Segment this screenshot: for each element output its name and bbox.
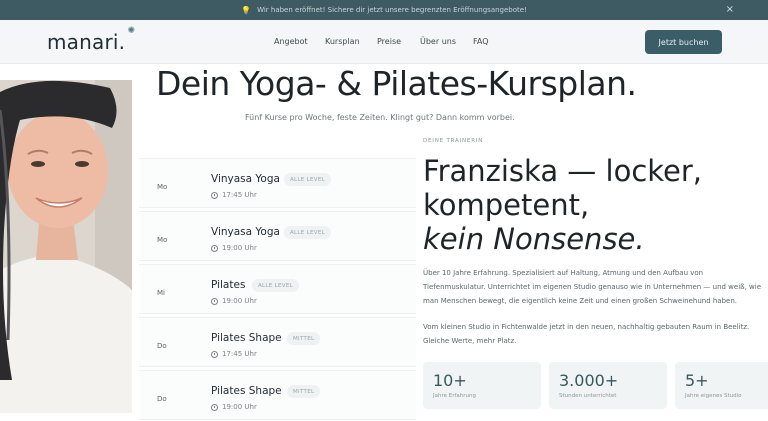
clock-icon: [211, 350, 218, 358]
class-title: Vinyasa Yoga: [211, 226, 280, 238]
time-text: 19:00 Uhr: [222, 244, 257, 252]
stat-value: 10+: [433, 371, 467, 390]
nav-item-kursplan[interactable]: Kursplan: [325, 37, 360, 46]
schedule-row[interactable]: Mi Pilates ALLE LEVEL 19:00 Uhr: [139, 264, 416, 314]
class-time: 19:00 Uhr: [211, 297, 257, 305]
time-text: 17:45 Uhr: [222, 350, 257, 358]
lightbulb-icon: 💡: [241, 5, 252, 15]
announcement-bar: 💡 Wir haben eröffnet! Sichere dir jetzt …: [0, 0, 768, 20]
trainer-photo: [0, 80, 132, 413]
stat-card-experience: 10+ Jahre Erfahrung: [423, 362, 541, 409]
trainer-heading-line-2: kompetent,: [423, 188, 590, 222]
stat-value: 3.000+: [559, 371, 619, 390]
class-time: 17:45 Uhr: [211, 191, 257, 199]
clock-icon: [211, 297, 218, 305]
level-badge: MITTEL: [287, 332, 321, 345]
stat-value: 5+: [685, 371, 709, 390]
level-badge: ALLE LEVEL: [252, 279, 299, 292]
schedule-day: Mo: [157, 236, 168, 244]
announcement-text: Wir haben eröffnet! Sichere dir jetzt un…: [257, 6, 527, 14]
time-text: 19:00 Uhr: [222, 297, 257, 305]
nav-item-angebot[interactable]: Angebot: [274, 37, 308, 46]
trainer-heading-line-3: kein Nonsense.: [423, 222, 645, 256]
schedule-day: Mo: [157, 183, 168, 191]
level-badge: ALLE LEVEL: [284, 173, 331, 186]
trainer-location-line: Gleiche Werte, mehr Platz.: [423, 337, 517, 345]
time-text: 17:45 Uhr: [222, 191, 257, 199]
time-text: 19:00 Uhr: [222, 403, 257, 411]
stat-card-hours: 3.000+ Stunden unterrichtet: [549, 362, 667, 409]
schedule-row[interactable]: Mo Vinyasa Yoga ALLE LEVEL 19:00 Uhr: [139, 211, 416, 261]
trainer-heading: Franziska — locker, kompetent, kein Nons…: [423, 154, 702, 256]
level-badge: ALLE LEVEL: [284, 226, 331, 239]
schedule-row[interactable]: Do Pilates Shape MITTEL 19:00 Uhr: [139, 370, 416, 420]
nav-item-ueber-uns[interactable]: Über uns: [420, 37, 456, 46]
nav-item-preise[interactable]: Preise: [377, 37, 401, 46]
trainer-bio-line: Tiefenmuskulatur. Unterrichtet im eigene…: [423, 283, 761, 291]
trainer-location-line: Vom kleinen Studio in Fichtenwalde jetzt…: [423, 323, 750, 331]
close-icon[interactable]: ×: [726, 4, 734, 15]
stat-card-studio: 5+ Jahre eigenes Studio: [675, 362, 768, 409]
nav-item-faq[interactable]: FAQ: [473, 37, 489, 46]
schedule-row[interactable]: Mo Vinyasa Yoga ALLE LEVEL 17:45 Uhr: [139, 158, 416, 208]
class-time: 17:45 Uhr: [211, 350, 257, 358]
schedule-day: Do: [157, 342, 167, 350]
class-title: Pilates Shape: [211, 385, 282, 397]
schedule-day: Do: [157, 395, 167, 403]
class-title: Pilates: [211, 279, 246, 291]
clock-icon: [211, 244, 218, 252]
class-time: 19:00 Uhr: [211, 403, 257, 411]
top-navigation: manari. ✺ Angebot Kursplan Preise Über u…: [0, 20, 768, 64]
page-title: Dein Yoga- & Pilates-Kursplan.: [156, 64, 637, 103]
class-time: 19:00 Uhr: [211, 244, 257, 252]
schedule-row[interactable]: Do Pilates Shape MITTEL 17:45 Uhr: [139, 317, 416, 367]
stat-label: Stunden unterrichtet: [559, 393, 617, 399]
page-subtitle: Fünf Kurse pro Woche, feste Zeiten. Klin…: [245, 113, 515, 122]
class-schedule: Mo Vinyasa Yoga ALLE LEVEL 17:45 Uhr Mo …: [139, 158, 416, 421]
class-title: Pilates Shape: [211, 332, 282, 344]
trainer-heading-line-1: Franziska — locker,: [423, 154, 703, 188]
trainer-section-label: DEINE TRAINERIN: [423, 138, 484, 144]
schedule-day: Mi: [157, 289, 165, 297]
stat-label: Jahre eigenes Studio: [685, 393, 742, 399]
trainer-bio-line: Über 10 Jahre Erfahrung. Spezialisiert a…: [423, 269, 704, 277]
clock-icon: [211, 403, 218, 411]
level-badge: MITTEL: [287, 385, 321, 398]
stat-label: Jahre Erfahrung: [433, 393, 477, 399]
class-title: Vinyasa Yoga: [211, 173, 280, 185]
book-now-button[interactable]: Jetzt buchen: [645, 30, 722, 54]
trainer-bio-line: man Menschen bewegt, die eigentlich kein…: [423, 297, 738, 305]
sun-icon: ✺: [127, 26, 136, 36]
clock-icon: [211, 191, 218, 199]
